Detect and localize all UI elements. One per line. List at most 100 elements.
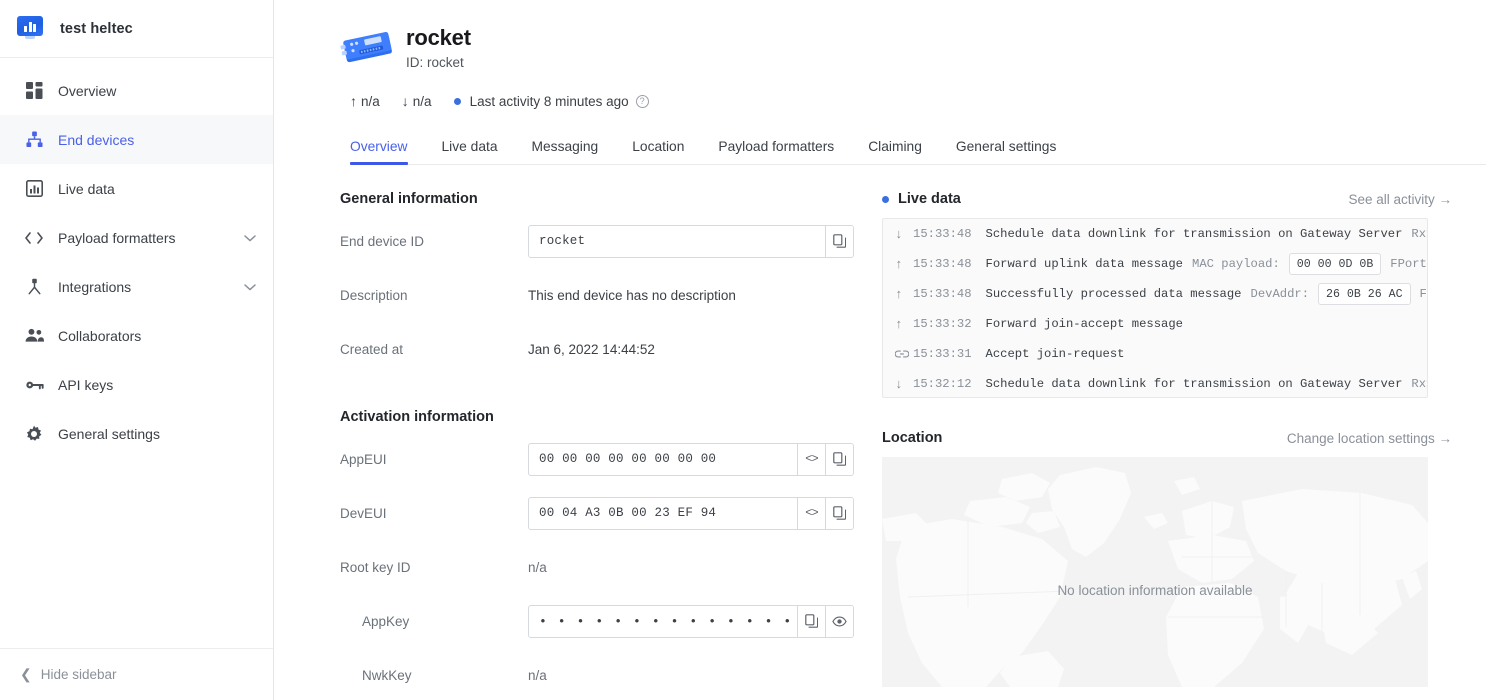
end-devices-node-icon <box>24 130 44 150</box>
location-map[interactable]: No location information available <box>882 457 1428 687</box>
sidebar-item-live-data[interactable]: Live data <box>0 164 273 213</box>
chevron-down-icon[interactable] <box>244 234 256 242</box>
side-panels-column: Live data See all activity → ↓ 15:33:48 … <box>854 191 1486 700</box>
copy-icon[interactable] <box>825 497 853 529</box>
field-value: This end device has no description <box>528 287 736 303</box>
hide-sidebar-label: Hide sidebar <box>40 667 117 682</box>
copy-icon[interactable] <box>825 225 853 257</box>
field-label: Created at <box>340 341 404 357</box>
row-key-2: FP <box>1419 287 1427 301</box>
location-empty-message: No location information available <box>1057 583 1253 598</box>
eye-icon[interactable] <box>825 605 853 637</box>
input-value: rocket <box>539 234 586 248</box>
sidebar-item-integrations[interactable]: Integrations <box>0 262 273 311</box>
field-app-key: AppKey • • • • • • • • • • • • • • • • •… <box>340 601 854 641</box>
row-time: 15:32:12 <box>913 377 972 391</box>
sidebar: test heltec Overview End devices Live da… <box>0 0 274 700</box>
tab-bar: Overview Live data Messaging Location Pa… <box>350 131 1486 165</box>
tab-claiming[interactable]: Claiming <box>868 139 922 164</box>
app-root: test heltec Overview End devices Live da… <box>0 0 1486 700</box>
copy-icon[interactable] <box>797 605 825 637</box>
sidebar-item-end-devices[interactable]: End devices <box>0 115 273 164</box>
live-data-list[interactable]: ↓ 15:33:48 Schedule data downlink for tr… <box>882 218 1428 398</box>
live-data-panel-title: Live data <box>882 191 961 207</box>
tab-live-data[interactable]: Live data <box>442 139 498 164</box>
sidebar-item-label: Live data <box>58 180 115 197</box>
row-time: 15:33:48 <box>913 257 972 271</box>
see-all-activity-link[interactable]: See all activity → <box>1348 192 1452 207</box>
sidebar-item-label: General settings <box>58 425 160 442</box>
tab-messaging[interactable]: Messaging <box>532 139 599 164</box>
tab-general-settings[interactable]: General settings <box>956 139 1056 164</box>
row-message: Accept join-request <box>985 347 1125 361</box>
location-panel-header: Location Change location settings → <box>882 430 1486 446</box>
row-time: 15:33:32 <box>913 317 972 331</box>
overview-content: General information End device ID rocket <box>274 165 1486 700</box>
app-monitor-chart-icon <box>17 15 43 42</box>
row-key-2: FPort: <box>1390 257 1427 271</box>
sidebar-item-label: Integrations <box>58 278 132 295</box>
field-dev-eui: DevEUI 00 04 A3 0B 00 23 EF 94 <> <box>340 493 854 533</box>
app-title: test heltec <box>60 20 133 37</box>
code-brackets-icon[interactable]: <> <box>797 497 825 529</box>
tab-location[interactable]: Location <box>632 139 684 164</box>
sidebar-item-general-settings[interactable]: General settings <box>0 409 273 458</box>
tab-payload-formatters[interactable]: Payload formatters <box>718 139 834 164</box>
chevron-left-icon: ❮ <box>20 666 32 682</box>
sidebar-item-label: Overview <box>58 82 117 99</box>
input-value: 00 04 A3 0B 00 23 EF 94 <box>539 506 717 520</box>
change-location-settings-link[interactable]: Change location settings → <box>1287 431 1452 446</box>
arrow-down-icon: ↓ <box>895 226 903 242</box>
sidebar-nav: Overview End devices Live data Payload f… <box>0 58 273 648</box>
bar-chart-icon <box>24 179 44 199</box>
tab-overview[interactable]: Overview <box>350 139 408 165</box>
row-message: Forward join-accept message <box>985 317 1183 331</box>
status-dot-icon <box>453 97 461 105</box>
arrow-down-icon: ↓ <box>895 376 903 392</box>
arrow-up-icon: ↑ <box>895 256 903 272</box>
sidebar-item-label: Collaborators <box>58 327 142 344</box>
field-nwk-key: NwkKey n/a <box>340 655 854 695</box>
code-brackets-icon <box>24 228 44 248</box>
dev-eui-input[interactable]: 00 04 A3 0B 00 23 EF 94 <> <box>528 496 854 530</box>
sidebar-item-collaborators[interactable]: Collaborators <box>0 311 273 360</box>
row-key: DevAddr: <box>1250 287 1310 301</box>
grid-squares-icon <box>24 81 44 101</box>
sidebar-header[interactable]: test heltec <box>0 0 273 58</box>
code-brackets-icon[interactable]: <> <box>797 443 825 475</box>
sidebar-item-overview[interactable]: Overview <box>0 66 273 115</box>
arrow-up-icon: ↑ <box>350 93 357 109</box>
field-value: Jan 6, 2022 14:44:52 <box>528 341 655 357</box>
row-key: MAC payload: <box>1192 257 1280 271</box>
row-message: Successfully processed data message <box>985 287 1242 301</box>
downlink-count: ↓ n/a <box>402 93 432 109</box>
live-data-row[interactable]: ↑ 15:33:32 Forward join-accept message <box>883 309 1427 339</box>
key-icon <box>24 375 44 395</box>
field-label: DevEUI <box>340 505 387 521</box>
field-description: Description This end device has no descr… <box>340 275 854 315</box>
app-eui-input[interactable]: 00 00 00 00 00 00 00 00 <> <box>528 442 854 476</box>
field-label: Root key ID <box>340 559 411 575</box>
integrations-node-icon <box>24 277 44 297</box>
live-data-row[interactable]: ↑ 15:33:48 Forward uplink data message M… <box>883 249 1427 279</box>
end-device-id-input[interactable]: rocket <box>528 224 854 258</box>
chevron-down-icon[interactable] <box>244 283 256 291</box>
panel-title-label: Location <box>882 430 943 446</box>
live-data-row[interactable]: ↓ 15:32:12 Schedule data downlink for tr… <box>883 369 1427 397</box>
row-chip: 26 0B 26 AC <box>1318 283 1411 305</box>
status-dot-icon <box>882 195 889 203</box>
live-data-row[interactable]: 15:33:31 Accept join-request <box>883 339 1427 369</box>
copy-icon[interactable] <box>825 443 853 475</box>
row-time: 15:33:31 <box>913 347 972 361</box>
arrow-up-icon: ↑ <box>895 286 903 302</box>
sidebar-item-payload-formatters[interactable]: Payload formatters <box>0 213 273 262</box>
arrow-down-icon: ↓ <box>401 93 409 109</box>
hide-sidebar-button[interactable]: ❮ Hide sidebar <box>0 648 273 700</box>
field-label: AppKey <box>362 613 410 629</box>
live-data-row[interactable]: ↓ 15:33:48 Schedule data downlink for tr… <box>883 219 1427 249</box>
question-circle-icon[interactable]: ? <box>635 94 649 108</box>
live-data-row[interactable]: ↑ 15:33:48 Successfully processed data m… <box>883 279 1427 309</box>
row-message: Schedule data downlink for transmission … <box>985 377 1403 391</box>
sidebar-item-api-keys[interactable]: API keys <box>0 360 273 409</box>
app-key-input[interactable]: • • • • • • • • • • • • • • • • • • • • … <box>528 604 854 638</box>
